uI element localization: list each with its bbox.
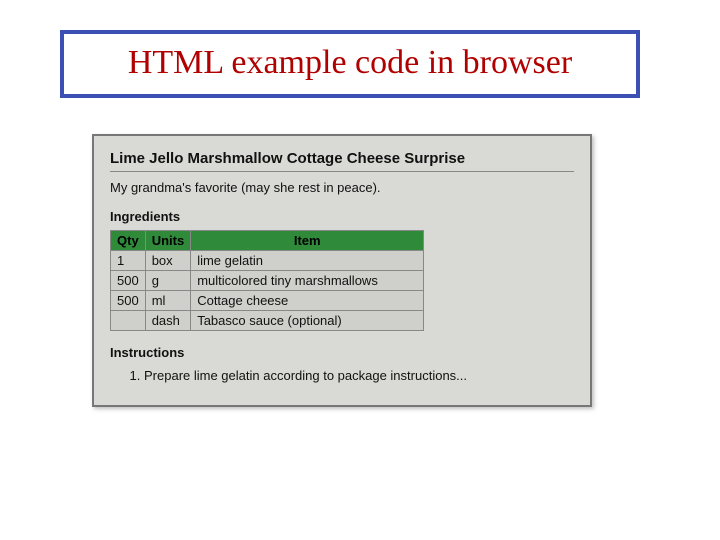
cell-qty: 500 [111,271,146,291]
instructions-list: Prepare lime gelatin according to packag… [110,366,574,385]
cell-units: box [145,251,191,271]
col-units: Units [145,231,191,251]
cell-item: lime gelatin [191,251,424,271]
recipe-heading: Lime Jello Marshmallow Cottage Cheese Su… [110,150,574,167]
ingredients-table: Qty Units Item 1 box lime gelatin 500 g … [110,230,424,331]
col-qty: Qty [111,231,146,251]
table-row: dash Tabasco sauce (optional) [111,311,424,331]
cell-item: multicolored tiny marshmallows [191,271,424,291]
table-row: 500 ml Cottage cheese [111,291,424,311]
slide-title: HTML example code in browser [128,44,572,81]
instruction-step: Prepare lime gelatin according to packag… [144,366,574,385]
cell-qty: 500 [111,291,146,311]
instructions-heading: Instructions [110,345,574,360]
cell-units: dash [145,311,191,331]
cell-item: Tabasco sauce (optional) [191,311,424,331]
table-header-row: Qty Units Item [111,231,424,251]
cell-units: g [145,271,191,291]
divider [110,171,574,172]
col-item: Item [191,231,424,251]
cell-qty: 1 [111,251,146,271]
table-row: 500 g multicolored tiny marshmallows [111,271,424,291]
ingredients-heading: Ingredients [110,209,574,224]
cell-item: Cottage cheese [191,291,424,311]
table-row: 1 box lime gelatin [111,251,424,271]
title-box: HTML example code in browser [60,30,640,98]
cell-units: ml [145,291,191,311]
cell-qty [111,311,146,331]
recipe-subtitle: My grandma's favorite (may she rest in p… [110,180,574,195]
slide: HTML example code in browser Lime Jello … [0,0,720,540]
browser-rendering-panel: Lime Jello Marshmallow Cottage Cheese Su… [92,134,592,407]
